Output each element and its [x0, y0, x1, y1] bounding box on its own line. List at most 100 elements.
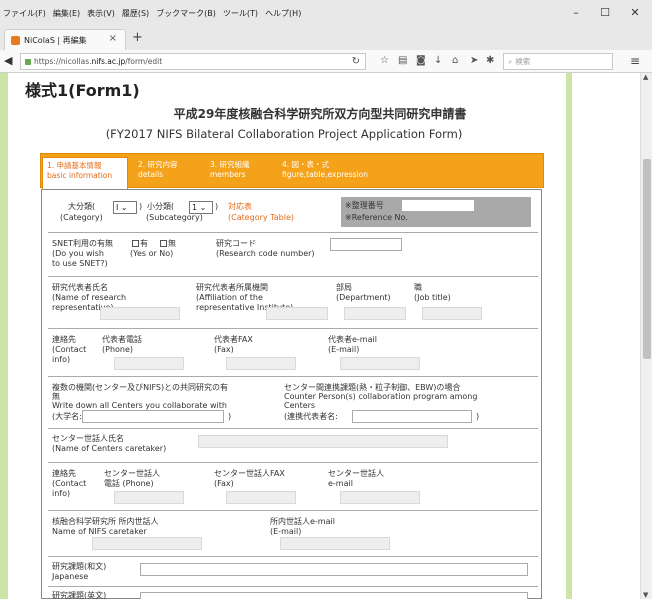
rep-name-field[interactable] [100, 307, 180, 320]
category-label: 大分類( [68, 202, 96, 211]
navigation-bar: ◀ https://nicollas.nifs.ac.jp/form/edit … [0, 50, 652, 73]
snet-no-checkbox[interactable] [160, 240, 167, 247]
contact2-label: 連絡先 [52, 469, 76, 478]
ct-email-label: センター世話人 [328, 469, 384, 478]
rep-email-label-en: (E-mail) [328, 345, 360, 354]
category-table-link-en[interactable]: (Category Table) [228, 213, 294, 223]
research-code-field[interactable] [330, 238, 402, 251]
pocket-icon[interactable]: ◙ [416, 55, 426, 66]
title-ja-field[interactable] [140, 563, 528, 576]
page-title-ja: 平成29年度核融合科学研究所双方向型共同研究申請書 [173, 107, 467, 121]
center-rep-field[interactable] [352, 410, 472, 423]
step-tab-basic-info[interactable]: 1. 申請基本情報 basic information [42, 157, 128, 189]
menu-icon[interactable]: ≡ [630, 54, 640, 68]
contact2-label-en1: (Contact [52, 479, 87, 488]
maximize-button[interactable]: ☐ [598, 6, 612, 19]
send-icon[interactable]: ➤ [470, 55, 478, 66]
department-label-en: (Department) [336, 293, 391, 302]
nifs-caretaker-field[interactable] [92, 537, 202, 550]
back-icon[interactable]: ◀ [4, 54, 12, 67]
menu-bar: ファイル(F) 編集(E) 表示(V) 履歴(S) ブックマーク(B) ツール(… [0, 0, 652, 26]
vertical-scrollbar[interactable]: ▲ ▼ [640, 73, 652, 599]
contact2-label-en2: info) [52, 489, 71, 498]
scroll-up-icon[interactable]: ▲ [643, 73, 648, 81]
rep-fax-field[interactable] [226, 357, 296, 370]
minimize-button[interactable]: – [569, 6, 583, 19]
scroll-down-icon[interactable]: ▼ [643, 591, 648, 599]
department-field[interactable] [344, 307, 406, 320]
snet-label: SNET利用の有無 [52, 239, 114, 248]
title-en-field[interactable] [140, 592, 528, 599]
menu-help[interactable]: ヘルプ(H) [265, 8, 301, 19]
step-tabs: 1. 申請基本情報 basic information 2. 研究内容 detail… [40, 153, 544, 189]
bookmark-star-icon[interactable]: ☆ [380, 55, 389, 66]
rep-email-field[interactable] [340, 357, 420, 370]
search-input[interactable]: ⌕ 検索 [503, 53, 613, 70]
subcategory-label: 小分類( [147, 202, 175, 211]
rep-phone-field[interactable] [114, 357, 184, 370]
title-ja-label-en: Japanese [52, 572, 89, 581]
university-field[interactable] [82, 410, 224, 423]
reload-icon[interactable]: ↻ [352, 56, 360, 67]
rep-phone-label-en: (Phone) [102, 345, 134, 354]
extension-icon[interactable]: ✱ [486, 55, 494, 66]
nifs-email-label-en: (E-mail) [270, 527, 302, 536]
search-placeholder: 検索 [515, 57, 531, 66]
download-icon[interactable]: ↓ [434, 55, 442, 66]
rep-affil-label-en1: (Affiliation of the [196, 293, 263, 302]
page-viewport: 様式1(Form1) 平成29年度核融合科学研究所双方向型共同研究申請書 (FY… [0, 73, 640, 599]
menu-file[interactable]: ファイル(F) [3, 8, 46, 19]
snet-label-en1: (Do you wish [52, 249, 104, 258]
url-bar[interactable]: https://nicollas.nifs.ac.jp/form/edit ↻ [20, 53, 366, 70]
snet-yes-checkbox[interactable] [132, 240, 139, 247]
category-label-en: (Category) [60, 213, 103, 222]
caretaker-field[interactable] [198, 435, 448, 448]
new-tab-button[interactable]: + [132, 30, 143, 45]
menu-edit[interactable]: 編集(E) [53, 8, 80, 19]
caretaker-label-en: (Name of Centers caretaker) [52, 444, 167, 453]
scrollbar-thumb[interactable] [643, 159, 651, 359]
tab-close-icon[interactable]: × [109, 33, 117, 44]
category-table-link[interactable]: 対応表 [228, 202, 252, 212]
caretaker-label: センター世話人氏名 [52, 434, 124, 443]
browser-tab[interactable]: NiColaS | 再編集 × [4, 29, 126, 50]
close-window-button[interactable]: ✕ [628, 6, 642, 19]
step-tab-members[interactable]: 3. 研究組織 members [206, 157, 270, 187]
snet-yes-no-label: (Yes or No) [130, 249, 174, 258]
snet-no-option[interactable]: 無 [160, 239, 176, 249]
home-icon[interactable]: ⌂ [452, 55, 458, 66]
menu-tools[interactable]: ツール(T) [223, 8, 258, 19]
url-text: https://nicollas.nifs.ac.jp/form/edit [34, 57, 163, 66]
center-rep-close: ) [476, 412, 480, 421]
menu-view[interactable]: 表示(V) [87, 8, 115, 19]
contact-row: 連絡先 (Contact info) 代表者電話 (Phone) 代表者FAX … [48, 328, 538, 372]
nifs-email-label: 所内世話人e-mail [270, 517, 335, 526]
snet-yes-option[interactable]: 有 [132, 239, 148, 249]
search-icon: ⌕ [508, 56, 513, 66]
menu-bookmarks[interactable]: ブックマーク(B) [156, 8, 216, 19]
ct-fax-label-en: (Fax) [214, 479, 234, 488]
step-tab-figures[interactable]: 4. 図・表・式 figure,table,expression [278, 157, 398, 187]
ct-email-label-en: e-mail [328, 479, 353, 488]
rep-affil-field[interactable] [266, 307, 328, 320]
ct-email-field[interactable] [340, 491, 420, 504]
page-title-en: (FY2017 NIFS Bilateral Collaboration Pro… [105, 127, 463, 141]
job-title-label-en: (Job title) [414, 293, 451, 302]
rep-phone-label: 代表者電話 [102, 335, 142, 344]
nifs-email-field[interactable] [280, 537, 390, 550]
tab-title: NiColaS | 再編集 [24, 35, 87, 45]
ct-fax-label: センター世話人FAX [214, 469, 285, 478]
title-en-row: 研究課題(英文) [48, 586, 538, 599]
subcategory-close: ) [215, 202, 219, 211]
ct-phone-label: センター世話人 [104, 469, 160, 478]
ct-phone-field[interactable] [114, 491, 184, 504]
contact-label-en1: (Contact [52, 345, 87, 354]
step-tab-details[interactable]: 2. 研究内容 details [134, 157, 198, 187]
menu-history[interactable]: 履歴(S) [122, 8, 149, 19]
job-title-field[interactable] [422, 307, 482, 320]
category-select[interactable]: I ⌄ [113, 201, 137, 214]
reading-list-icon[interactable]: ▤ [398, 55, 407, 66]
university-label: (大学名: [52, 412, 82, 421]
ct-fax-field[interactable] [226, 491, 296, 504]
center-collab-label-en2: Centers [284, 401, 316, 410]
